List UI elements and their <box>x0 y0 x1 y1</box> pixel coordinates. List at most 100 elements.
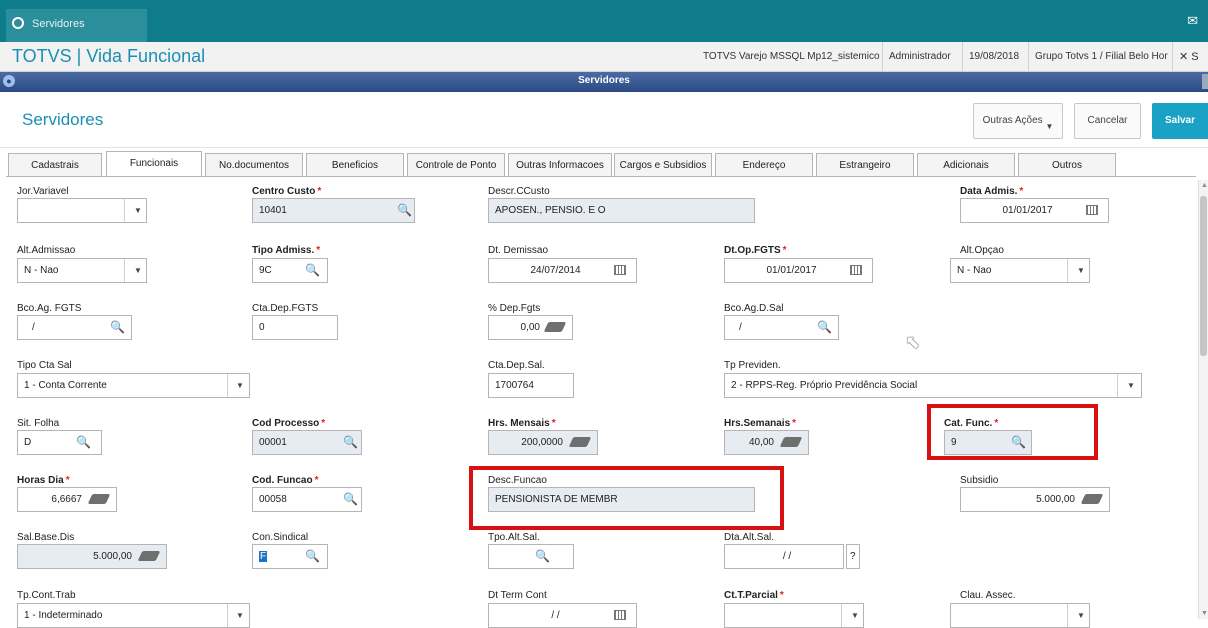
ct-t-parcial-select[interactable]: ▼ <box>724 603 864 628</box>
clau-assec-select[interactable]: ▼ <box>950 603 1090 628</box>
required-mark: * <box>782 245 787 256</box>
sal-base-dis-input[interactable]: 5.000,00 <box>17 544 167 569</box>
save-button[interactable]: Salvar <box>1152 103 1208 139</box>
search-icon[interactable]: 🔍 <box>817 320 832 334</box>
search-icon[interactable]: 🔍 <box>305 549 320 563</box>
con-sindical-input[interactable]: F 🔍 <box>252 544 328 569</box>
centro-custo-input[interactable]: 10401 🔍 <box>252 198 415 223</box>
alt-opcao-select[interactable]: N - Nao ▼ <box>950 258 1090 283</box>
app-title: TOTVS | Vida Funcional <box>12 46 206 66</box>
tipo-cta-sal-select[interactable]: 1 - Conta Corrente ▼ <box>17 373 250 398</box>
browser-tab[interactable]: Servidores [02.9.0086]× <box>6 9 147 61</box>
chevron-down-icon: ▼ <box>1045 122 1054 131</box>
window-menu-icon[interactable]: ● <box>3 75 15 87</box>
cta-dep-sal-label: Cta.Dep.Sal. <box>488 360 545 371</box>
cta-dep-fgts-input[interactable]: 0 <box>252 315 338 340</box>
search-icon[interactable]: 🔍 <box>110 320 125 334</box>
hrs-semanais-input[interactable]: 40,00 <box>724 430 809 455</box>
tp-previden-value: 2 - RPPS-Reg. Próprio Previdência Social <box>731 380 918 391</box>
tab-cadastrais[interactable]: Cadastrais <box>8 153 102 177</box>
bco-ag-d-sal-input[interactable]: / 🔍 <box>724 315 839 340</box>
hrs-mensais-input[interactable]: 200,0000 <box>488 430 598 455</box>
calendar-icon[interactable] <box>614 265 626 275</box>
window-title: Servidores <box>578 75 630 86</box>
scrollbar-thumb[interactable] <box>1200 196 1207 356</box>
eraser-icon[interactable] <box>568 437 592 447</box>
select-separator <box>1067 259 1068 282</box>
tab-outras-informacoes[interactable]: Outras Informacoes <box>508 153 612 177</box>
eraser-icon[interactable] <box>543 322 567 332</box>
chevron-down-icon: ▼ <box>134 266 142 275</box>
mouse-cursor-icon: ⬉ <box>905 332 921 352</box>
eraser-icon[interactable] <box>1080 494 1104 504</box>
tab-adicionais[interactable]: Adicionais <box>917 153 1015 177</box>
dt-demissao-value: 24/07/2014 <box>530 265 581 276</box>
tpo-alt-sal-input[interactable]: 🔍 <box>488 544 574 569</box>
tab-funcionais[interactable]: Funcionais <box>106 151 202 177</box>
tab-outros[interactable]: Outros <box>1018 153 1116 177</box>
data-admis-input[interactable]: 01/01/2017 <box>960 198 1109 223</box>
tab-estrangeiro[interactable]: Estrangeiro <box>816 153 914 177</box>
search-icon[interactable]: 🔍 <box>76 435 91 449</box>
tab-beneficios[interactable]: Beneficios <box>306 153 404 177</box>
sal-base-dis-value: 5.000,00 <box>93 551 132 562</box>
pct-dep-fgts-input[interactable]: 0,00 <box>488 315 573 340</box>
alt-admissao-select[interactable]: N - Nao ▼ <box>17 258 147 283</box>
cod-processo-input[interactable]: 00001 🔍 <box>252 430 362 455</box>
scroll-up-icon[interactable]: ▲ <box>1201 182 1208 189</box>
ct-t-parcial-label: Ct.T.Parcial * <box>724 590 784 601</box>
calendar-icon[interactable] <box>1086 205 1098 215</box>
alt-opcao-value: N - Nao <box>957 265 992 276</box>
close-app-button[interactable]: ✕ S <box>1172 42 1205 72</box>
search-icon[interactable]: 🔍 <box>343 492 358 506</box>
con-sindical-label: Con.Sindical <box>252 532 309 543</box>
cancel-button[interactable]: Cancelar <box>1074 103 1141 139</box>
chevron-down-icon: ▼ <box>851 611 859 620</box>
tipo-cta-sal-label: Tipo Cta Sal <box>17 360 72 371</box>
search-icon[interactable]: 🔍 <box>397 203 412 217</box>
dt-op-fgts-input[interactable]: 01/01/2017 <box>724 258 873 283</box>
dta-alt-sal-input[interactable]: / / <box>724 544 844 569</box>
tp-previden-select[interactable]: 2 - RPPS-Reg. Próprio Previdência Social… <box>724 373 1142 398</box>
scroll-down-icon[interactable]: ▼ <box>1201 610 1208 617</box>
outras-acoes-button[interactable]: Outras Ações ▼ <box>973 103 1063 139</box>
desc-ccusto-input[interactable]: APOSEN., PENSIO. E O <box>488 198 755 223</box>
horas-dia-input[interactable]: 6,6667 <box>17 487 117 512</box>
search-icon[interactable]: 🔍 <box>535 549 550 563</box>
eraser-icon[interactable] <box>137 551 161 561</box>
tipo-admis-input[interactable]: 9C 🔍 <box>252 258 328 283</box>
tab-no-documentos[interactable]: No.documentos <box>205 153 303 177</box>
subsidio-input[interactable]: 5.000,00 <box>960 487 1110 512</box>
sit-folha-input[interactable]: D 🔍 <box>17 430 102 455</box>
browser-tab-bar: Servidores [02.9.0086]× ✉ <box>0 0 1208 61</box>
tipo-cta-sal-value: 1 - Conta Corrente <box>24 380 107 391</box>
alt-admissao-label: Alt.Admissao <box>17 245 76 256</box>
eraser-icon[interactable] <box>779 437 803 447</box>
mail-icon[interactable]: ✉ <box>1187 13 1198 29</box>
bco-ag-d-sal-value: / <box>739 322 742 333</box>
cod-funcao-input[interactable]: 00058 🔍 <box>252 487 362 512</box>
calendar-icon[interactable] <box>850 265 862 275</box>
data-admis-label-text: Data Admis. <box>960 186 1018 197</box>
tab-cargos-e-subsidios[interactable]: Cargos e Subsidios <box>614 153 712 177</box>
chevron-down-icon: ▼ <box>134 206 142 215</box>
hrs-semanais-label: Hrs.Semanais * <box>724 418 796 429</box>
help-button[interactable]: ? <box>846 544 860 569</box>
jor-variavel-select[interactable]: ▼ <box>17 198 147 223</box>
cod-processo-value: 00001 <box>259 437 287 448</box>
dt-demissao-input[interactable]: 24/07/2014 <box>488 258 637 283</box>
tab-endereco[interactable]: Endereço <box>715 153 813 177</box>
chevron-down-icon: ▼ <box>236 611 244 620</box>
tipo-admis-label: Tipo Admiss. * <box>252 245 320 256</box>
hrs-semanais-value: 40,00 <box>748 437 774 448</box>
window-band: ● Servidores <box>0 72 1208 92</box>
search-icon[interactable]: 🔍 <box>343 435 358 449</box>
vertical-scrollbar[interactable]: ▲ ▼ <box>1198 180 1208 619</box>
dt-term-cont-input[interactable]: / / <box>488 603 637 628</box>
tab-controle-de-ponto[interactable]: Controle de Ponto <box>407 153 505 177</box>
tp-cont-trab-select[interactable]: 1 - Indeterminado ▼ <box>17 603 250 628</box>
eraser-icon[interactable] <box>87 494 111 504</box>
bco-ag-fgts-input[interactable]: / 🔍 <box>17 315 132 340</box>
cta-dep-sal-input[interactable]: 1700764 <box>488 373 574 398</box>
search-icon[interactable]: 🔍 <box>305 263 320 277</box>
